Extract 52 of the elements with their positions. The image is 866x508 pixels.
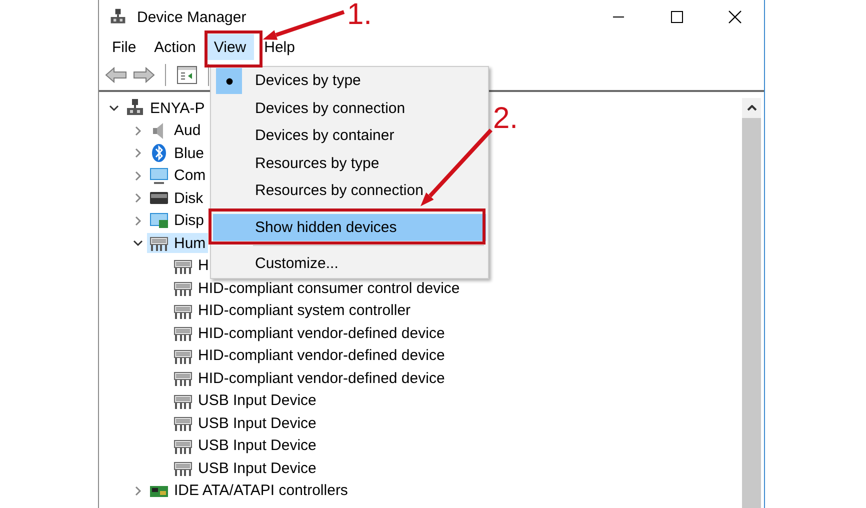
scroll-up-icon	[746, 105, 756, 111]
tree-item[interactable]: USB Input Device	[171, 436, 318, 456]
tree-item[interactable]: HID-compliant system controller	[171, 300, 413, 321]
menu-item[interactable]: Action	[146, 34, 204, 60]
highlight-frame	[204, 30, 262, 68]
tree-item[interactable]: Aud	[147, 120, 203, 141]
menu-item[interactable]: Resources by type	[213, 150, 486, 177]
step-number: 2.	[493, 104, 518, 134]
menu-item[interactable]: Show hidden devices	[213, 214, 486, 241]
tree-item[interactable]: HID-compliant vendor-defined device	[171, 346, 447, 366]
collapse-chevron-icon[interactable]	[109, 103, 119, 114]
collapse-chevron-icon[interactable]	[133, 238, 143, 248]
tree-item[interactable]: HID-compliant vendor-defined device	[171, 323, 447, 344]
menu-item[interactable]: Devices by type	[213, 67, 486, 94]
tree-item[interactable]: Disp	[147, 210, 206, 231]
menu-item[interactable]: Resources by connection	[213, 177, 486, 204]
tree-item[interactable]: Blue	[147, 143, 206, 164]
monitor-icon	[149, 166, 169, 186]
bluetooth-icon	[149, 143, 169, 164]
menu-item[interactable]: Help	[256, 34, 303, 60]
expand-chevron-icon[interactable]	[133, 170, 143, 181]
menu-item[interactable]: File	[104, 34, 144, 60]
close-icon	[728, 10, 742, 24]
tree-item[interactable]: USB Input Device	[171, 390, 318, 411]
tree-item[interactable]: Com	[147, 166, 208, 186]
back-button[interactable]	[105, 64, 127, 86]
menu-item[interactable]: Customize...	[213, 250, 486, 278]
tree-item[interactable]: ENYA-P	[123, 98, 207, 118]
tree-item[interactable]: HID-compliant consumer control device	[171, 278, 462, 298]
tree-item[interactable]: HID-compliant vendor-defined device	[171, 368, 447, 388]
maximize-icon	[671, 11, 683, 23]
display-adapter-icon	[149, 210, 169, 231]
minimize-icon	[613, 16, 625, 18]
step-number: 1.	[347, 0, 372, 30]
expand-chevron-icon[interactable]	[133, 126, 143, 136]
forward-button[interactable]	[133, 64, 155, 86]
expand-chevron-icon[interactable]	[133, 486, 143, 496]
tree-item[interactable]: Disk	[147, 188, 206, 208]
scrollbar[interactable]	[742, 98, 761, 508]
menu-item[interactable]: Devices by connection	[213, 94, 486, 122]
tree-item[interactable]: IDE ATA/ATAPI controllers	[147, 480, 350, 501]
menu-item[interactable]: View	[206, 34, 254, 60]
tree-item[interactable]: H	[171, 256, 211, 276]
window-title: Device Manager	[137, 8, 246, 26]
expand-chevron-icon[interactable]	[133, 193, 143, 204]
expand-chevron-icon[interactable]	[133, 148, 143, 158]
tree-item[interactable]: USB Input Device	[171, 413, 318, 434]
expand-chevron-icon[interactable]	[133, 216, 143, 226]
tree-item[interactable]: USB Input Device	[171, 458, 318, 478]
console-tree-button[interactable]	[176, 64, 198, 86]
menu-item[interactable]: Devices by container	[213, 122, 486, 150]
tree-item[interactable]: Hum	[147, 233, 208, 254]
